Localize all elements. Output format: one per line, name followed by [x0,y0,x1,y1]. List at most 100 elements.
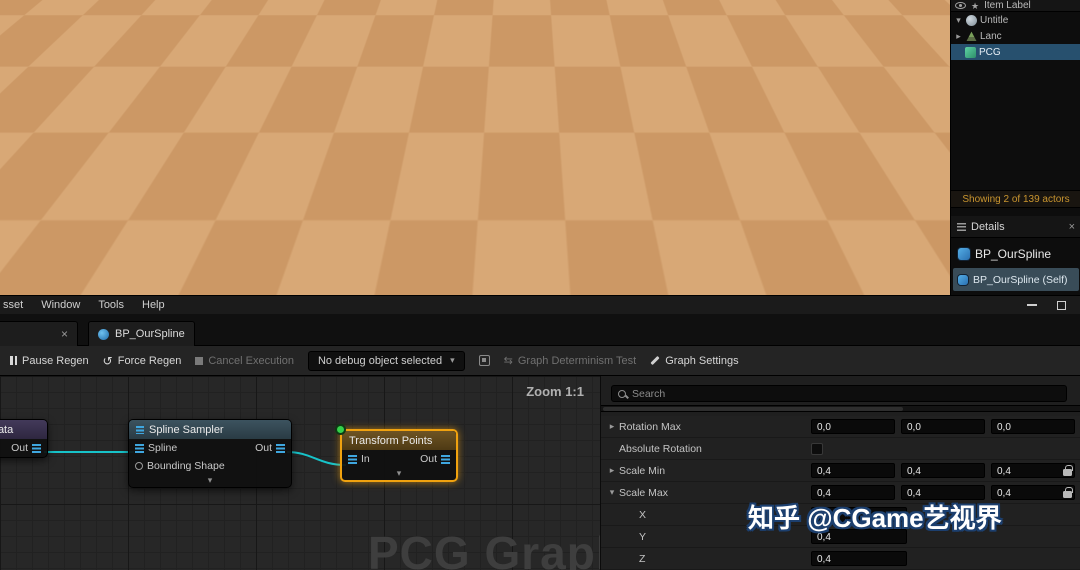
expander-icon[interactable]: ▸ [607,465,617,476]
node-header[interactable]: Spline Sampler [129,420,291,439]
pcg-cube-grid [147,72,591,234]
details-tab[interactable]: Details [971,221,1005,233]
world-outliner-panel: ★ Item Label ▾ Untitle ▸ Lanc PCG Showin… [950,0,1080,295]
point-data-pin-icon [276,443,285,453]
outliner-row-pcg[interactable]: PCG [951,44,1080,60]
pause-regen-button[interactable]: Pause Regen [10,355,89,367]
debug-browse-icon-button[interactable] [478,355,490,366]
execution-status-dot [335,424,346,435]
determinism-icon: ⇆ [503,355,513,367]
document-tab-bar: × BP_OurSpline [0,314,1080,346]
node-spline-sampler[interactable]: Spline Sampler Spline Out Bounding Shape… [128,419,292,488]
node-collapse-chevron-icon[interactable]: ▾ [342,468,456,480]
point-data-pin-icon [348,454,357,464]
zhihu-watermark: 知乎 @CGame艺视界 [748,503,1002,533]
search-input[interactable] [632,387,1060,400]
maximize-button[interactable] [1057,300,1066,310]
pcg-actor-icon [965,46,976,58]
menu-item-help[interactable]: Help [133,296,174,314]
outliner-row-landscape[interactable]: ▸ Lanc [951,28,1080,44]
node-data[interactable]: Data Out [0,419,48,458]
pin-spline[interactable]: Spline [135,442,177,454]
pin-out[interactable]: Out [420,453,450,465]
search-box[interactable] [611,385,1067,402]
menu-item-window[interactable]: Window [32,296,89,314]
refresh-icon: ↺ [102,353,113,368]
unreal-editor-screen: ★ Item Label ▾ Untitle ▸ Lanc PCG Showin… [0,0,1080,570]
node-transform-points[interactable]: Transform Points In Out ▾ [335,424,458,482]
stop-icon [195,356,204,365]
pin-out[interactable]: Out [255,442,285,454]
minimize-button[interactable] [1027,304,1037,306]
menu-item-tools[interactable]: Tools [89,296,133,314]
details-list-icon [957,222,966,231]
pin-bounding-shape[interactable]: Bounding Shape [135,460,225,472]
pcg-graph-icon [98,328,109,340]
details-self-component-row[interactable]: BP_OurSpline (Self) [953,268,1079,291]
expander-icon[interactable]: ▸ [607,421,617,432]
tab-bp-ourspline[interactable]: BP_OurSpline [88,321,195,346]
outliner-column-header[interactable]: Item Label [984,0,1031,11]
graph-toolbar: Pause Regen ↺ Force Regen Cancel Executi… [0,346,1080,376]
graph-settings-button[interactable]: Graph Settings [650,355,739,367]
tab-label: BP_OurSpline [115,328,185,340]
node-header[interactable]: Data [0,420,47,439]
actor-name: BP_OurSpline [975,247,1052,261]
favorite-star-icon[interactable]: ★ [971,1,979,11]
details-tab-bar: Details × [951,216,1080,238]
outliner-row-label[interactable]: Lanc [980,31,1002,42]
sampler-icon [136,425,144,434]
property-row-absolute-rotation[interactable]: Absolute Rotation [601,438,1080,460]
close-icon[interactable]: × [61,327,68,341]
value-field-z[interactable]: 0,0 [991,419,1075,434]
node-collapse-chevron-icon[interactable]: ▾ [129,475,291,487]
menu-item-asset[interactable]: sset [0,296,32,314]
value-field-x[interactable]: 0,0 [811,419,895,434]
node-details-panel: ▸ Rotation Max 0,0 0,0 0,0 Absolute Rota… [600,376,1080,570]
point-data-pin-icon [32,443,41,453]
level-icon [966,14,977,26]
pin-in[interactable]: In [348,453,370,465]
property-row-scale-max-z[interactable]: Z 0,4 [601,548,1080,570]
scrollbar-horizontal[interactable] [601,405,1080,412]
force-regen-button[interactable]: ↺ Force Regen [103,355,182,367]
node-wires [44,451,347,466]
visibility-eye-icon[interactable] [955,2,966,9]
absolute-rotation-checkbox[interactable] [811,443,823,455]
lock-icon[interactable] [1063,487,1073,498]
pencil-icon [650,355,660,366]
expander-icon[interactable]: ▸ [954,31,963,42]
pause-icon [10,356,17,365]
self-component-label: BP_OurSpline (Self) [973,273,1068,286]
transform-gizmo[interactable] [180,64,266,164]
expander-icon[interactable]: ▾ [954,15,963,26]
outliner-row-untitled[interactable]: ▾ Untitle [951,12,1080,28]
window-controls [1027,300,1080,310]
graph-determinism-test-button[interactable]: ⇆ Graph Determinism Test [503,354,637,368]
outliner-row-label[interactable]: Untitle [980,15,1008,26]
pin-out[interactable]: Out [11,442,41,454]
spline-data-pin-icon [135,443,144,453]
details-actor-row[interactable]: BP_OurSpline [951,242,1080,266]
viewport-3d[interactable] [0,0,950,295]
value-field-x[interactable]: 0,4 [811,463,895,478]
value-field-y[interactable]: 0,4 [901,463,985,478]
blueprint-icon [958,274,968,285]
property-row-rotation-max[interactable]: ▸ Rotation Max 0,0 0,0 0,0 [601,416,1080,438]
value-field[interactable]: 0,4 [811,551,907,566]
expander-icon[interactable]: ▾ [607,487,617,498]
tab-cutoff[interactable]: × [0,321,78,346]
property-row-scale-min[interactable]: ▸ Scale Min 0,4 0,4 0,4 [601,460,1080,482]
graph-canvas[interactable]: Zoom 1:1 PCG Graph Data Out [0,376,600,570]
point-data-pin-icon [441,454,450,464]
debug-object-dropdown[interactable]: No debug object selected ▾ [307,350,465,371]
lock-icon[interactable] [1063,465,1073,476]
close-icon[interactable]: × [1069,221,1075,233]
outliner-row-label[interactable]: PCG [979,47,1001,58]
blueprint-icon [958,248,970,260]
node-header[interactable]: Transform Points [342,431,456,450]
value-field-y[interactable]: 0,0 [901,419,985,434]
menu-bar: sset Window Tools Help [0,296,1080,314]
cancel-execution-button[interactable]: Cancel Execution [195,355,294,367]
viewport-overlay [123,18,612,234]
